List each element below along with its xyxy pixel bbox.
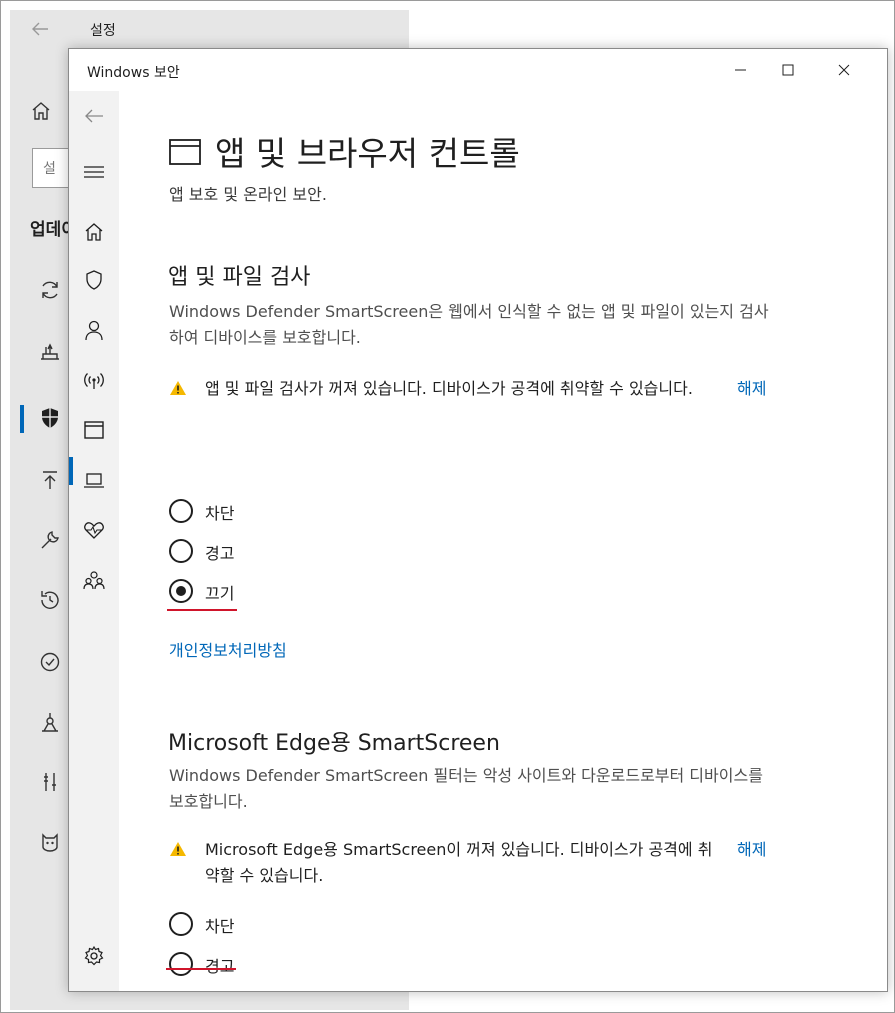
app-browser-control-icon xyxy=(169,139,201,165)
windows-security-window: Windows 보안 앱 및 브라우저 컨트롤 앱 보호 및 온라인 보안. 앱… xyxy=(68,48,888,992)
backup-icon[interactable] xyxy=(38,468,62,492)
radio-button-selected[interactable] xyxy=(169,579,193,603)
settings-search-placeholder: 설 xyxy=(43,161,56,177)
back-arrow-icon[interactable] xyxy=(30,19,50,39)
highlight-underline xyxy=(167,609,237,611)
find-my-device-icon[interactable] xyxy=(38,710,62,734)
home-icon[interactable] xyxy=(30,100,52,122)
security-titlebar: Windows 보안 xyxy=(69,49,887,91)
radio-button[interactable] xyxy=(169,912,193,936)
privacy-policy-link[interactable]: 개인정보처리방침 xyxy=(169,637,287,661)
device-security-laptop-icon[interactable] xyxy=(83,469,105,491)
edge-smartscreen-heading: Microsoft Edge용 SmartScreen xyxy=(168,731,500,756)
radio-label: 차단 xyxy=(205,917,235,936)
warning-icon xyxy=(170,381,186,395)
settings-titlebar: 설정 xyxy=(10,10,409,48)
insider-program-icon[interactable] xyxy=(38,830,62,854)
security-content: 앱 및 브라우저 컨트롤 앱 보호 및 온라인 보안. 앱 및 파일 검사 Wi… xyxy=(119,91,887,991)
virus-protection-shield-icon[interactable] xyxy=(83,269,105,291)
back-arrow-icon[interactable] xyxy=(83,105,105,127)
windows-security-shield-icon[interactable] xyxy=(38,406,62,430)
sync-icon[interactable] xyxy=(38,278,62,302)
warning-text: Microsoft Edge용 SmartScreen이 꺼져 있습니다. 디바… xyxy=(205,840,713,885)
app-file-check-description: Windows Defender SmartScreen은 웹에서 인식할 수 … xyxy=(169,302,769,347)
radio-label: 경고 xyxy=(205,544,235,563)
delivery-optimization-icon[interactable] xyxy=(38,340,62,364)
home-icon[interactable] xyxy=(83,221,105,243)
security-nav-rail xyxy=(69,91,119,991)
activation-check-icon[interactable] xyxy=(38,650,62,674)
developer-tools-icon[interactable] xyxy=(38,770,62,794)
app-browser-control-icon[interactable] xyxy=(83,419,105,441)
maximize-icon[interactable] xyxy=(759,49,817,91)
firewall-network-icon[interactable] xyxy=(83,369,105,391)
nav-active-indicator xyxy=(69,457,73,485)
window-title: Windows 보안 xyxy=(87,65,180,81)
recovery-icon[interactable] xyxy=(38,588,62,612)
radio-button[interactable] xyxy=(169,499,193,523)
warning-icon xyxy=(170,842,186,856)
highlight-underline xyxy=(166,968,236,970)
radio-button[interactable] xyxy=(169,539,193,563)
account-protection-person-icon[interactable] xyxy=(83,319,105,341)
hamburger-menu-icon[interactable] xyxy=(83,161,105,183)
dismiss-link[interactable]: 해제 xyxy=(737,376,766,402)
warning-text: 앱 및 파일 검사가 꺼져 있습니다. 디바이스가 공격에 취약할 수 있습니다… xyxy=(205,379,693,398)
page-subtitle: 앱 보호 및 온라인 보안. xyxy=(169,185,327,204)
dismiss-link[interactable]: 해제 xyxy=(737,837,766,863)
radio-button[interactable] xyxy=(169,952,193,976)
page-title: 앱 및 브라우저 컨트롤 xyxy=(215,134,520,173)
settings-active-indicator xyxy=(20,405,24,433)
radio-label: 차단 xyxy=(205,504,235,523)
radio-label: 끄기 xyxy=(205,584,235,603)
family-options-icon[interactable] xyxy=(83,569,105,591)
device-health-heart-icon[interactable] xyxy=(83,519,105,541)
radio-label: 경고 xyxy=(205,957,235,976)
app-file-check-heading: 앱 및 파일 검사 xyxy=(168,265,311,290)
troubleshoot-wrench-icon[interactable] xyxy=(38,528,62,552)
close-icon[interactable] xyxy=(815,49,873,91)
settings-gear-icon[interactable] xyxy=(83,945,105,967)
edge-smartscreen-description: Windows Defender SmartScreen 필터는 악성 사이트와… xyxy=(169,766,763,811)
settings-title: 설정 xyxy=(90,23,116,39)
